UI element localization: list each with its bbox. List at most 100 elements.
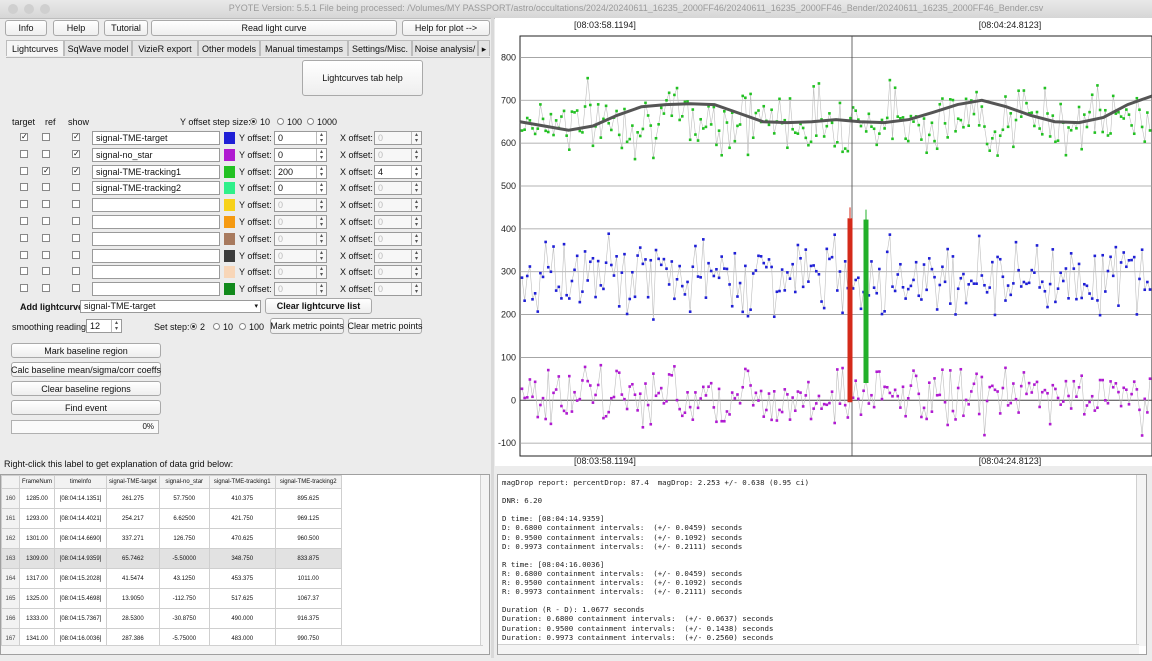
- y-offset-spinbox[interactable]: 0 ▴ ▾: [274, 215, 327, 229]
- grid-cell[interactable]: 410.375: [208, 488, 276, 509]
- grid-cell[interactable]: 895.625: [274, 488, 342, 509]
- y-offset-spinbox[interactable]: 0 ▴ ▾: [274, 282, 327, 297]
- data-grid-help-label[interactable]: Right-click this label to get explanatio…: [4, 459, 233, 469]
- row-index[interactable]: 164: [1, 568, 20, 589]
- ref-checkbox[interactable]: [42, 217, 50, 225]
- calc-baseline-button[interactable]: Calc baseline mean/sigma/corr coeffs: [11, 362, 161, 377]
- grid-column-header[interactable]: signal-TME-tracking2: [274, 475, 342, 489]
- show-checkbox[interactable]: ✓: [72, 133, 80, 141]
- grid-cell[interactable]: 1301.00: [18, 528, 56, 549]
- y-offset-spinbox[interactable]: 0 ▴ ▾: [274, 248, 327, 263]
- grid-cell[interactable]: 57.7500: [158, 488, 210, 509]
- grid-cell[interactable]: 833.875: [274, 548, 342, 569]
- ref-checkbox[interactable]: [42, 183, 50, 192]
- ref-checkbox[interactable]: [42, 233, 50, 242]
- grid-cell[interactable]: 490.000: [208, 608, 276, 629]
- curve-name-field[interactable]: [92, 198, 220, 213]
- y-offset-spinbox[interactable]: 0 ▴ ▾: [274, 181, 327, 196]
- table-row[interactable]: 165 1325.00 [08:04:15.4698] 13.9050 -112.750…: [1, 588, 342, 609]
- show-checkbox[interactable]: ✓: [72, 149, 80, 158]
- help-for-plot-button[interactable]: Help for plot -->: [402, 20, 490, 36]
- spin-arrows-icon[interactable]: ▴ ▾: [411, 232, 421, 245]
- clear-lightcurve-list-button[interactable]: Clear lightcurve list: [265, 298, 372, 314]
- table-row[interactable]: 163 1309.00 [08:04:14.9359] 65.7462 -5.50000…: [1, 548, 342, 569]
- grid-cell[interactable]: 6.62500: [158, 508, 210, 529]
- show-checkbox[interactable]: [72, 267, 80, 276]
- grid-cell[interactable]: 41.5474: [106, 568, 160, 589]
- x-offset-spinbox[interactable]: 0 ▴ ▾: [374, 282, 422, 297]
- grid-cell[interactable]: 960.500: [274, 528, 342, 549]
- spin-arrows-icon[interactable]: ▴ ▾: [316, 132, 326, 144]
- target-checkbox[interactable]: [20, 233, 28, 242]
- x-offset-spinbox[interactable]: 0 ▴ ▾: [374, 198, 422, 213]
- x-offset-spinbox[interactable]: 0 ▴ ▾: [374, 248, 422, 263]
- spin-arrows-icon[interactable]: ▴ ▾: [411, 249, 421, 262]
- tutorial-button[interactable]: Tutorial: [104, 20, 148, 36]
- grid-cell[interactable]: -112.750: [158, 588, 210, 609]
- curve-name-field[interactable]: [92, 215, 220, 229]
- show-checkbox[interactable]: ✓: [72, 166, 80, 175]
- help-button[interactable]: Help: [53, 20, 99, 36]
- close-window-icon[interactable]: [8, 4, 18, 14]
- tab-settings-misc[interactable]: Settings/Misc.: [348, 40, 412, 56]
- x-offset-spinbox[interactable]: 0 ▴ ▾: [374, 181, 422, 196]
- table-row[interactable]: 162 1301.00 [08:04:14.6690] 337.271 126.750 4…: [1, 528, 342, 549]
- row-index[interactable]: 166: [1, 608, 20, 629]
- curve-name-field[interactable]: signal-TME-target: [92, 131, 220, 145]
- y-offset-spinbox[interactable]: 0 ▴ ▾: [274, 147, 327, 162]
- grid-cell[interactable]: [08:04:15.7367]: [54, 608, 108, 629]
- show-checkbox[interactable]: [72, 250, 80, 259]
- grid-cell[interactable]: 1067.37: [274, 588, 342, 609]
- show-checkbox[interactable]: [72, 183, 80, 192]
- target-checkbox[interactable]: [20, 183, 28, 192]
- target-checkbox[interactable]: [20, 217, 28, 225]
- find-event-button[interactable]: Find event: [11, 400, 161, 415]
- y-offset-spinbox[interactable]: 200 ▴ ▾: [274, 164, 327, 179]
- add-lightcurve-select[interactable]: signal-TME-target ▾: [80, 300, 261, 313]
- ref-checkbox[interactable]: [42, 133, 50, 141]
- mark-metric-points-button[interactable]: Mark metric points: [270, 318, 344, 334]
- ref-checkbox[interactable]: [42, 284, 50, 293]
- plot-panel[interactable]: -100 0 100 200 300 400 500 600 700 800 [08:03:58.1…: [495, 18, 1152, 466]
- grid-cell[interactable]: 969.125: [274, 508, 342, 529]
- read-light-curve-button[interactable]: Read light curve: [151, 20, 397, 36]
- curve-color-swatch[interactable]: [224, 266, 235, 279]
- ref-checkbox[interactable]: ✓: [42, 166, 50, 175]
- grid-cell[interactable]: [08:04:15.4698]: [54, 588, 108, 609]
- minimize-window-icon[interactable]: [24, 4, 34, 14]
- tab-sqwave-model[interactable]: SqWave model: [64, 40, 132, 56]
- info-button[interactable]: Info: [5, 20, 47, 36]
- curve-name-field[interactable]: signal-TME-tracking2: [92, 181, 220, 196]
- target-checkbox[interactable]: [20, 200, 28, 209]
- grid-cell[interactable]: 261.275: [106, 488, 160, 509]
- x-offset-spinbox[interactable]: 0 ▴ ▾: [374, 131, 422, 145]
- clear-baseline-regions-button[interactable]: Clear baseline regions: [11, 381, 161, 396]
- y-offset-spinbox[interactable]: 0 ▴ ▾: [274, 231, 327, 246]
- table-row[interactable]: 160 1285.00 [08:04:14.1351] 261.275 57.7500 4…: [1, 488, 342, 509]
- smoothing-readings-spinbox[interactable]: 12 ▴ ▾: [86, 319, 122, 333]
- x-offset-spinbox[interactable]: 0 ▴ ▾: [374, 265, 422, 280]
- curve-color-swatch[interactable]: [224, 165, 235, 178]
- spin-arrows-icon[interactable]: ▴ ▾: [316, 266, 326, 279]
- target-checkbox[interactable]: [20, 166, 28, 175]
- spin-arrows-icon[interactable]: ▴ ▾: [316, 216, 326, 228]
- show-checkbox[interactable]: [72, 217, 80, 225]
- y-offset-spinbox[interactable]: 0 ▴ ▾: [274, 198, 327, 213]
- lightcurve-plot[interactable]: -100 0 100 200 300 400 500 600 700 800 [08:03:58.1…: [495, 18, 1152, 466]
- row-index[interactable]: 161: [1, 508, 20, 529]
- table-row[interactable]: 161 1293.00 [08:04:14.4021] 254.217 6.62500 4…: [1, 508, 342, 529]
- spin-arrows-icon[interactable]: ▴ ▾: [316, 148, 326, 161]
- tab-manual-timestamps[interactable]: Manual timestamps: [260, 40, 348, 56]
- grid-cell[interactable]: 337.271: [106, 528, 160, 549]
- curve-name-field[interactable]: [92, 265, 220, 280]
- x-offset-spinbox[interactable]: 0 ▴ ▾: [374, 215, 422, 229]
- curve-color-swatch[interactable]: [224, 199, 235, 212]
- zoom-window-icon[interactable]: [40, 4, 50, 14]
- grid-cell[interactable]: 517.625: [208, 588, 276, 609]
- mark-baseline-region-button[interactable]: Mark baseline region: [11, 343, 161, 358]
- grid-column-header[interactable]: FrameNum: [18, 475, 56, 489]
- spin-arrows-icon[interactable]: ▴ ▾: [411, 182, 421, 195]
- show-checkbox[interactable]: [72, 233, 80, 242]
- report-vertical-scrollbar[interactable]: [1136, 475, 1146, 646]
- target-checkbox[interactable]: [20, 250, 28, 259]
